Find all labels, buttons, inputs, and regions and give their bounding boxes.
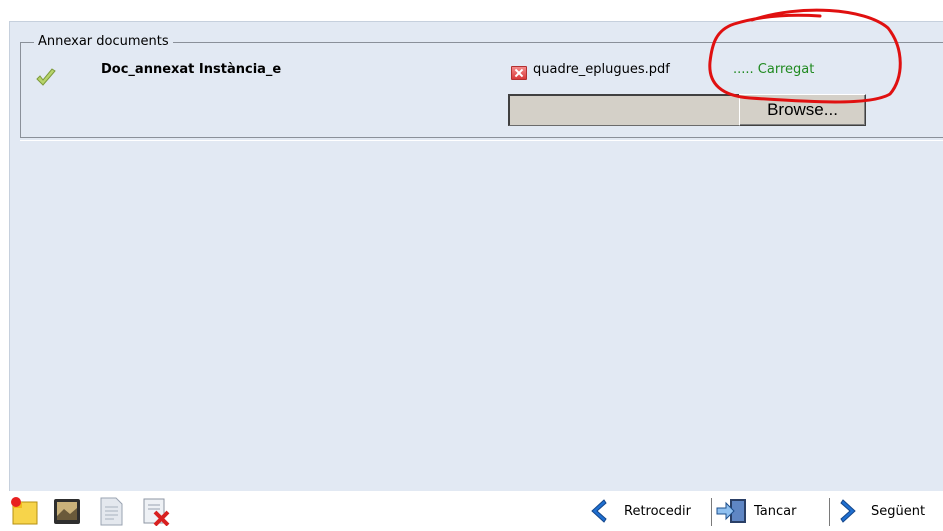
red-annotation-circle: [708, 8, 902, 104]
close-button[interactable]: Tancar: [716, 496, 796, 526]
document-label: Doc_annexat Instància_e: [101, 62, 282, 77]
image-icon[interactable]: [52, 496, 82, 526]
fieldset-bottom-highlight: [20, 137, 943, 141]
toolbar-separator: [711, 498, 712, 526]
next-label: Següent: [871, 503, 926, 519]
close-label: Tancar: [754, 503, 797, 519]
back-button[interactable]: Retrocedir: [586, 496, 691, 526]
exit-door-icon: [716, 499, 746, 523]
arrow-left-icon: [591, 499, 607, 523]
toolbar-separator: [829, 498, 830, 526]
checkmark-icon: [36, 68, 56, 86]
fieldset-legend: Annexar documents: [34, 34, 173, 49]
new-document-icon[interactable]: [10, 496, 40, 526]
uploaded-file-name[interactable]: quadre_eplugues.pdf: [533, 62, 670, 77]
arrow-right-icon: [840, 499, 856, 523]
next-button[interactable]: Següent: [837, 496, 925, 526]
back-label: Retrocedir: [624, 503, 691, 519]
form-delete-icon[interactable]: [141, 496, 171, 526]
pdf-file-icon: [511, 66, 527, 80]
page-icon[interactable]: [96, 496, 126, 526]
